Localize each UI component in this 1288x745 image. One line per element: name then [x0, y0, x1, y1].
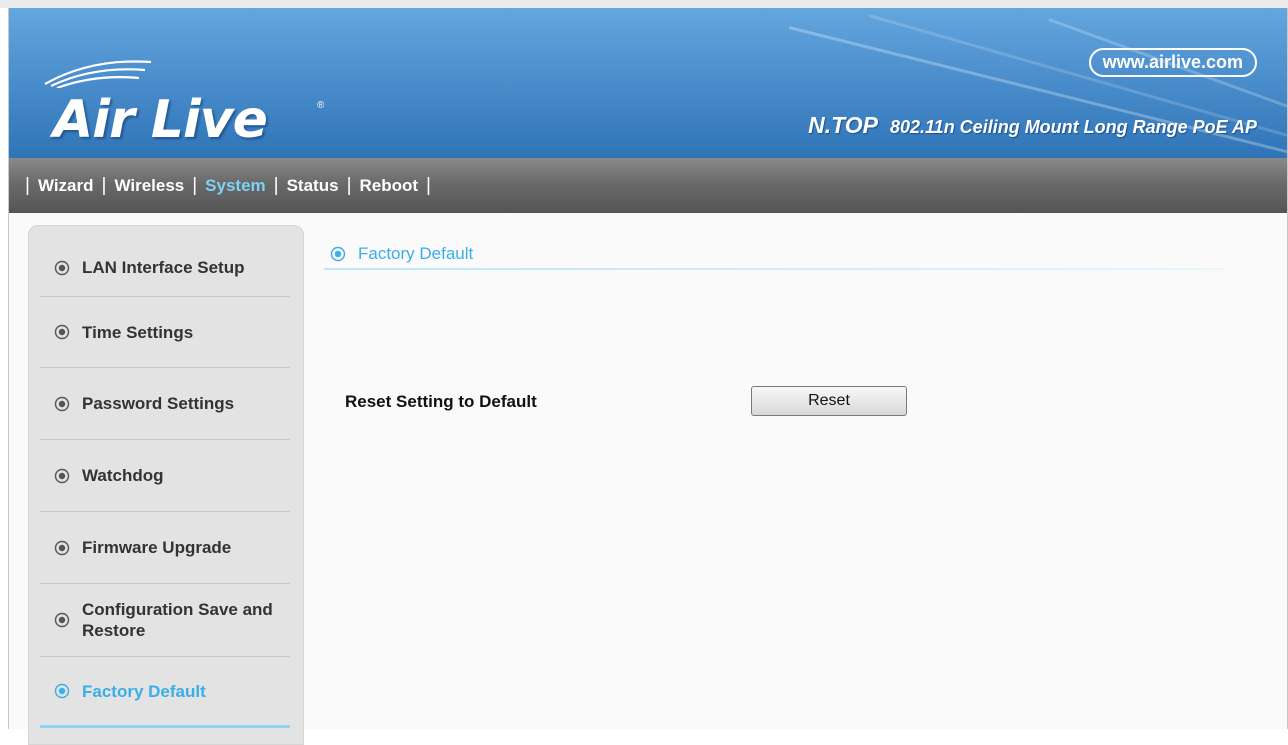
nav-separator: |: [346, 174, 352, 196]
product-brand: N.TOP: [808, 112, 878, 138]
radio-bullet-icon: [330, 246, 346, 262]
product-title: N.TOP 802.11n Ceiling Mount Long Range Po…: [808, 112, 1257, 139]
sidebar-item-configuration-save-restore[interactable]: Configuration Save and Restore: [40, 584, 290, 657]
page-top-strip: [0, 0, 1288, 8]
reset-setting-label: Reset Setting to Default: [345, 392, 537, 411]
nav-separator: |: [426, 174, 431, 196]
logo-registered-mark: ®: [317, 100, 325, 111]
nav-separator: |: [192, 174, 198, 196]
sidebar-item-label: Watchdog: [82, 466, 164, 485]
radio-bullet-icon: [54, 612, 70, 628]
wireless-arcs-icon: [44, 60, 152, 88]
sidebar-item-label: Time Settings: [82, 322, 194, 342]
sidebar-item-label: Configuration Save and Restore: [82, 600, 273, 640]
title-divider: [324, 268, 1224, 270]
logo-wordmark: Air Live: [53, 90, 268, 150]
nav-item-system[interactable]: System: [205, 176, 265, 196]
sidebar-item-password-settings[interactable]: Password Settings: [40, 368, 290, 440]
sidebar-item-watchdog[interactable]: Watchdog: [40, 440, 290, 512]
nav-item-wireless[interactable]: Wireless: [114, 176, 184, 196]
sidebar-item-label: Password Settings: [82, 394, 235, 413]
website-link[interactable]: www.airlive.com: [1088, 48, 1257, 77]
nav-separator: |: [101, 174, 107, 196]
sidebar-item-time-settings[interactable]: Time Settings: [40, 297, 290, 368]
reset-button[interactable]: Reset: [751, 386, 907, 416]
nav-separator: |: [25, 174, 30, 196]
airlive-logo: Air Live ®: [39, 52, 339, 152]
product-description: 802.11n Ceiling Mount Long Range PoE AP: [889, 117, 1257, 137]
main-nav: | Wizard | Wireless | System | Status | …: [9, 158, 1287, 213]
radio-bullet-icon: [54, 468, 70, 483]
radio-bullet-icon: [54, 540, 70, 555]
sidebar-item-factory-default[interactable]: Factory Default: [40, 657, 290, 728]
radio-bullet-icon: [54, 324, 70, 340]
page-title-text: Factory Default: [358, 244, 474, 263]
nav-separator: |: [273, 174, 279, 196]
sidebar-item-label: LAN Interface Setup: [82, 258, 245, 277]
sidebar-item-label: Factory Default: [82, 681, 206, 701]
nav-item-reboot[interactable]: Reboot: [360, 176, 419, 196]
sidebar-item-lan-interface-setup[interactable]: LAN Interface Setup: [40, 239, 290, 297]
radio-bullet-icon: [54, 396, 70, 411]
nav-item-status[interactable]: Status: [287, 176, 339, 196]
sidebar-item-firmware-upgrade[interactable]: Firmware Upgrade: [40, 512, 290, 584]
sidebar-item-label: Firmware Upgrade: [82, 538, 232, 557]
radio-bullet-icon: [54, 260, 70, 275]
nav-item-wizard[interactable]: Wizard: [38, 176, 94, 196]
radio-bullet-icon: [54, 683, 70, 699]
sidebar: LAN Interface Setup Time Settings Passwo…: [28, 225, 304, 745]
page-title: Factory Default: [330, 244, 473, 264]
header-banner: Air Live ® www.airlive.com N.TOP 802.11n …: [9, 8, 1287, 158]
